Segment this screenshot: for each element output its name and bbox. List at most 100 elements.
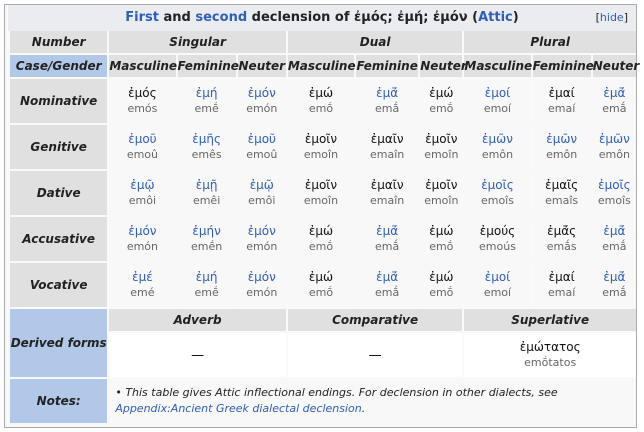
- neuter-header: Neuter: [420, 55, 467, 77]
- transliteration: emês: [191, 148, 222, 161]
- greek-form[interactable]: ἐμᾱ́: [356, 85, 418, 101]
- transliteration: emoû: [126, 148, 158, 161]
- transliteration: emṓ: [429, 102, 454, 115]
- greek-form[interactable]: ἐμόν: [238, 223, 286, 239]
- masculine-header: Masculine: [109, 55, 177, 77]
- transliteration: emṓ: [308, 102, 334, 115]
- greek-form: ἐμώ: [308, 270, 334, 284]
- caption-paren: ): [512, 10, 519, 25]
- transliteration: emṓ: [308, 240, 334, 253]
- transliteration: emoús: [479, 240, 516, 253]
- form-cell: ἐμοῖν emoîn: [420, 125, 463, 169]
- greek-form[interactable]: ἐμῶν: [464, 131, 530, 147]
- table-row: Dative ἐμῷ emôi ἐμῇ emêi ἐμῷ emôi ἐμοῖν emoîn ἐμα…: [10, 171, 636, 215]
- attic-link[interactable]: Attic: [478, 10, 513, 25]
- greek-form[interactable]: ἐμῷ: [109, 177, 175, 193]
- table-row: Nominative ἐμός emós ἐμή emḗ ἐμόν emón ἐμώ emṓ ἐμ…: [10, 79, 636, 123]
- greek-form[interactable]: ἐμῷ: [238, 177, 286, 193]
- greek-form[interactable]: ἐμοῖς: [464, 177, 530, 193]
- case-label: Dative: [10, 171, 108, 215]
- transliteration: emṓ: [308, 286, 334, 299]
- transliteration: emón: [246, 102, 278, 115]
- transliteration: emā́: [375, 286, 400, 299]
- hide-toggle[interactable]: [hide]: [596, 5, 628, 31]
- notes-content: • This table gives Attic inflectional en…: [109, 379, 636, 423]
- greek-form: ἐμώ: [308, 224, 334, 238]
- greek-form[interactable]: ἐμή: [178, 269, 236, 285]
- greek-form[interactable]: ἐμόν: [238, 269, 286, 285]
- form-cell: ἐμούς emoús: [464, 217, 531, 261]
- form-cell: ἐμῶν emôn: [532, 125, 591, 169]
- form-cell: ἐμός emós: [109, 79, 176, 123]
- transliteration: emaí: [548, 286, 576, 299]
- form-cell: ἐμῇ emêi: [177, 171, 236, 215]
- transliteration: emṓ: [429, 240, 454, 253]
- transliteration: emoîn: [303, 194, 339, 207]
- greek-form[interactable]: ἐμοῦ: [238, 131, 286, 147]
- greek-form[interactable]: ἐμοῦ: [109, 131, 175, 147]
- adverb-value: —: [109, 333, 286, 377]
- case-label: Vocative: [10, 263, 108, 307]
- superlative-header: Superlative: [464, 309, 636, 331]
- declension-table: Number Singular Dual Plural Case/Gender …: [8, 29, 639, 425]
- case-label: Nominative: [10, 79, 108, 123]
- table-row: Vocative ἐμέ emé ἐμή emḗ ἐμόν emón ἐμώ emṓ ἐμᾱ́ em…: [10, 263, 636, 307]
- greek-form[interactable]: ἐμῇ: [178, 177, 236, 193]
- form-cell: ἐμοῖν emoîn: [287, 125, 355, 169]
- comparative-value: —: [287, 333, 463, 377]
- greek-form[interactable]: ἐμᾱ́: [593, 223, 636, 239]
- case-label: Accusative: [10, 217, 108, 261]
- superlative-greek[interactable]: ἐμώτατος: [464, 339, 636, 355]
- second-link[interactable]: second: [195, 10, 247, 25]
- form-cell: ἐμέ emé: [109, 263, 176, 307]
- transliteration: emaîn: [370, 148, 405, 161]
- greek-form[interactable]: ἐμήν: [178, 223, 236, 239]
- transliteration: emā́: [375, 240, 400, 253]
- caption-declension-of: declension of: [247, 10, 355, 25]
- transliteration: emaí: [548, 102, 576, 115]
- greek-form: ἐμοῖν: [304, 178, 338, 192]
- transliteration: emoîn: [424, 148, 459, 161]
- greek-form: ἐμός: [128, 86, 157, 100]
- greek-form[interactable]: ἐμᾱ́: [593, 269, 636, 285]
- greek-form[interactable]: ἐμόν: [238, 85, 286, 101]
- form-cell: ἐμώ emṓ: [287, 217, 355, 261]
- greek-form: ἐμᾱ́ς: [547, 224, 577, 238]
- dialectal-declension-link[interactable]: Appendix:Ancient Greek dialectal declens…: [115, 402, 361, 415]
- greek-form[interactable]: ἐμή: [178, 85, 236, 101]
- form-cell: ἐμῶν emôn: [592, 125, 636, 169]
- greek-form[interactable]: ἐμοί: [464, 85, 530, 101]
- plural-header: Plural: [464, 31, 636, 53]
- caption-lemma-2: ἐμή: [397, 10, 424, 25]
- greek-form: ἐμαί: [548, 86, 575, 100]
- hide-link[interactable]: hide: [600, 11, 624, 24]
- greek-form[interactable]: ἐμῆς: [178, 131, 236, 147]
- superlative-value: ἐμώτατος emṓtatos: [464, 333, 636, 377]
- case-label: Genitive: [10, 125, 108, 169]
- greek-form[interactable]: ἐμέ: [109, 269, 175, 285]
- first-link[interactable]: First: [125, 10, 159, 25]
- form-cell: ἐμή emḗ: [177, 263, 236, 307]
- transliteration: emoîs: [480, 194, 514, 207]
- greek-form: ἐμαί: [548, 270, 575, 284]
- greek-form[interactable]: ἐμοῖς: [593, 177, 636, 193]
- form-cell: ἐμοί emoí: [464, 263, 531, 307]
- feminine-header: Feminine: [177, 55, 239, 77]
- greek-form[interactable]: ἐμοί: [464, 269, 530, 285]
- greek-form: ἐμαῖν: [370, 132, 404, 146]
- greek-form[interactable]: ἐμῶν: [593, 131, 636, 147]
- greek-form: ἐμαῖν: [370, 178, 404, 192]
- greek-form[interactable]: ἐμῶν: [533, 131, 591, 147]
- greek-form[interactable]: ἐμόν: [109, 223, 175, 239]
- greek-form[interactable]: ἐμᾱ́: [356, 223, 418, 239]
- form-cell: ἐμᾱ́ emā́: [592, 263, 636, 307]
- transliteration: emôi: [248, 194, 276, 207]
- greek-form[interactable]: ἐμᾱ́: [593, 85, 636, 101]
- form-cell: ἐμώ emṓ: [287, 263, 355, 307]
- form-cell: ἐμοῦ emoû: [109, 125, 176, 169]
- adverb-header: Adverb: [109, 309, 286, 331]
- greek-form: ἐμώ: [308, 86, 334, 100]
- greek-form[interactable]: ἐμᾱ́: [356, 269, 418, 285]
- transliteration: emôn: [598, 148, 630, 161]
- transliteration: emṓ: [429, 286, 454, 299]
